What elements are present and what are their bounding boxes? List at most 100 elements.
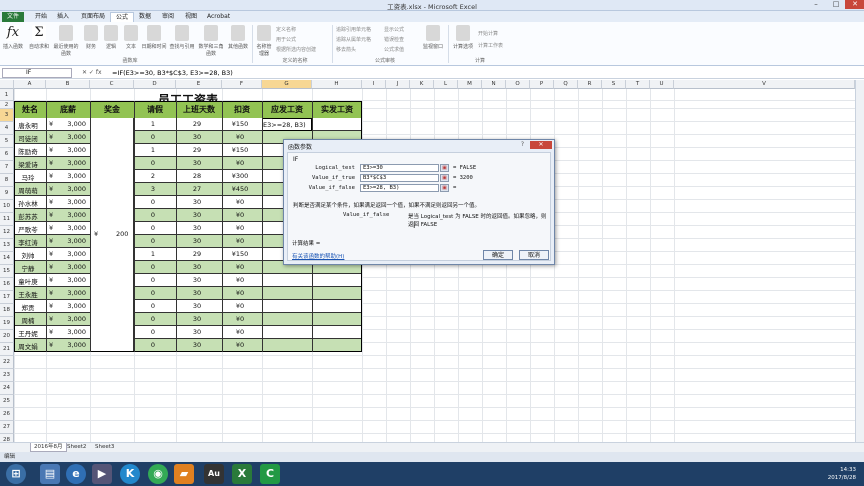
- row-header[interactable]: 21: [0, 343, 14, 356]
- column-header[interactable]: F: [222, 80, 262, 89]
- row-header[interactable]: 11: [0, 213, 14, 226]
- remove-arrows-button[interactable]: 移去箭头: [336, 46, 356, 53]
- close-button[interactable]: ✕: [845, 0, 864, 9]
- collapse-icon[interactable]: ▣: [440, 184, 449, 192]
- name-manager-button[interactable]: 名称管理器: [255, 25, 273, 57]
- dialog-close-button[interactable]: ✕: [530, 141, 552, 149]
- more-functions-button[interactable]: 其他函数: [226, 25, 250, 50]
- financial-button[interactable]: 财务: [82, 25, 100, 50]
- row-header[interactable]: 12: [0, 226, 14, 239]
- lookup-button[interactable]: 查找与引用: [168, 25, 196, 50]
- 360-icon[interactable]: ◉: [148, 464, 168, 484]
- column-header[interactable]: E: [176, 80, 222, 89]
- tab-home[interactable]: 开始: [30, 12, 52, 22]
- ie-icon[interactable]: e: [66, 464, 86, 484]
- row-header[interactable]: 25: [0, 395, 14, 408]
- row-header[interactable]: 22: [0, 356, 14, 369]
- column-header[interactable]: R: [578, 80, 602, 89]
- row-header[interactable]: 4: [0, 122, 14, 135]
- datetime-button[interactable]: 日期和时间: [141, 25, 167, 50]
- row-header[interactable]: 18: [0, 304, 14, 317]
- excel-icon[interactable]: X: [232, 464, 252, 484]
- tab-file[interactable]: 文件: [2, 12, 24, 22]
- row-header[interactable]: 14: [0, 252, 14, 265]
- insert-function-button[interactable]: fx 插入函数: [2, 25, 24, 50]
- k-icon[interactable]: K: [120, 464, 140, 484]
- tab-page-layout[interactable]: 页面布局: [76, 12, 110, 22]
- column-header[interactable]: H: [312, 80, 362, 89]
- row-header[interactable]: 6: [0, 148, 14, 161]
- row-header[interactable]: 1: [0, 89, 14, 101]
- error-checking-button[interactable]: 错误检查: [384, 36, 404, 43]
- start-icon[interactable]: ⊞: [6, 464, 26, 484]
- collapse-icon[interactable]: ▣: [440, 174, 449, 182]
- row-header[interactable]: 24: [0, 382, 14, 395]
- use-in-formula-button[interactable]: 用于公式: [276, 36, 296, 43]
- column-header[interactable]: Q: [554, 80, 578, 89]
- row-header[interactable]: 23: [0, 369, 14, 382]
- name-box[interactable]: IF: [2, 68, 72, 78]
- tab-insert[interactable]: 插入: [52, 12, 74, 22]
- tab-formulas[interactable]: 公式: [110, 12, 135, 22]
- formula-input[interactable]: =IF(E3>=30, B3*$C$3, E3>=28, B3): [112, 69, 233, 77]
- vertical-scrollbar[interactable]: [855, 80, 864, 442]
- column-header[interactable]: G: [262, 80, 312, 89]
- row-header[interactable]: 7: [0, 161, 14, 174]
- audition-icon[interactable]: Au: [204, 464, 224, 484]
- trace-dependents-button[interactable]: 追踪从属单元格: [336, 36, 371, 43]
- logical-button[interactable]: 逻辑: [102, 25, 120, 50]
- ok-button[interactable]: 确定: [483, 250, 513, 260]
- trace-precedents-button[interactable]: 追踪引用单元格: [336, 26, 371, 33]
- folder-icon[interactable]: ▰: [174, 464, 194, 484]
- media-icon[interactable]: ▶: [92, 464, 112, 484]
- explorer-icon[interactable]: ▤: [40, 464, 60, 484]
- calc-now-button[interactable]: 开始计算: [478, 30, 498, 37]
- define-name-button[interactable]: 定义名称: [276, 26, 296, 33]
- tab-data[interactable]: 数据: [134, 12, 156, 22]
- sheet-tab-sheet3[interactable]: Sheet3: [92, 443, 117, 452]
- column-header[interactable]: K: [410, 80, 434, 89]
- row-header[interactable]: 17: [0, 291, 14, 304]
- row-header[interactable]: 16: [0, 278, 14, 291]
- column-header[interactable]: A: [14, 80, 46, 89]
- sheet-tab-sheet2[interactable]: Sheet2: [64, 443, 89, 452]
- show-formulas-button[interactable]: 显示公式: [384, 26, 404, 33]
- column-header[interactable]: J: [386, 80, 410, 89]
- help-link[interactable]: 有关该函数的帮助(H): [292, 252, 344, 260]
- row-header[interactable]: 27: [0, 421, 14, 434]
- row-header[interactable]: 2: [0, 101, 14, 109]
- column-header[interactable]: V: [674, 80, 855, 89]
- recent-functions-button[interactable]: 最近使用的函数: [53, 25, 79, 57]
- column-header[interactable]: L: [434, 80, 458, 89]
- column-header[interactable]: O: [506, 80, 530, 89]
- calc-sheet-button[interactable]: 计算工作表: [478, 42, 503, 49]
- minimize-button[interactable]: –: [806, 0, 826, 9]
- select-all-corner[interactable]: [0, 80, 14, 89]
- column-header[interactable]: D: [134, 80, 176, 89]
- evaluate-formula-button[interactable]: 公式求值: [384, 46, 404, 53]
- row-header[interactable]: 20: [0, 330, 14, 343]
- collapse-icon[interactable]: ▣: [440, 164, 449, 172]
- row-header[interactable]: 13: [0, 239, 14, 252]
- column-header[interactable]: S: [602, 80, 626, 89]
- tab-view[interactable]: 视图: [180, 12, 202, 22]
- watch-window-button[interactable]: 监视窗口: [420, 25, 446, 50]
- tab-acrobat[interactable]: Acrobat: [202, 12, 235, 22]
- help-icon[interactable]: ?: [521, 141, 524, 148]
- cancel-button[interactable]: 取消: [519, 250, 549, 260]
- c-app-icon[interactable]: C: [260, 464, 280, 484]
- row-header[interactable]: 10: [0, 200, 14, 213]
- column-header[interactable]: B: [46, 80, 90, 89]
- column-header[interactable]: P: [530, 80, 554, 89]
- column-header[interactable]: C: [90, 80, 134, 89]
- row-header[interactable]: 26: [0, 408, 14, 421]
- column-header[interactable]: I: [362, 80, 386, 89]
- value-if-false-input[interactable]: E3>=28, B3): [360, 184, 439, 192]
- row-header[interactable]: 19: [0, 317, 14, 330]
- autosum-button[interactable]: Σ 自动求和: [28, 25, 50, 50]
- math-button[interactable]: 数学和三角函数: [198, 25, 224, 57]
- row-header[interactable]: 8: [0, 174, 14, 187]
- maximize-button[interactable]: □: [826, 0, 846, 9]
- tab-review[interactable]: 审阅: [157, 12, 179, 22]
- row-header[interactable]: 5: [0, 135, 14, 148]
